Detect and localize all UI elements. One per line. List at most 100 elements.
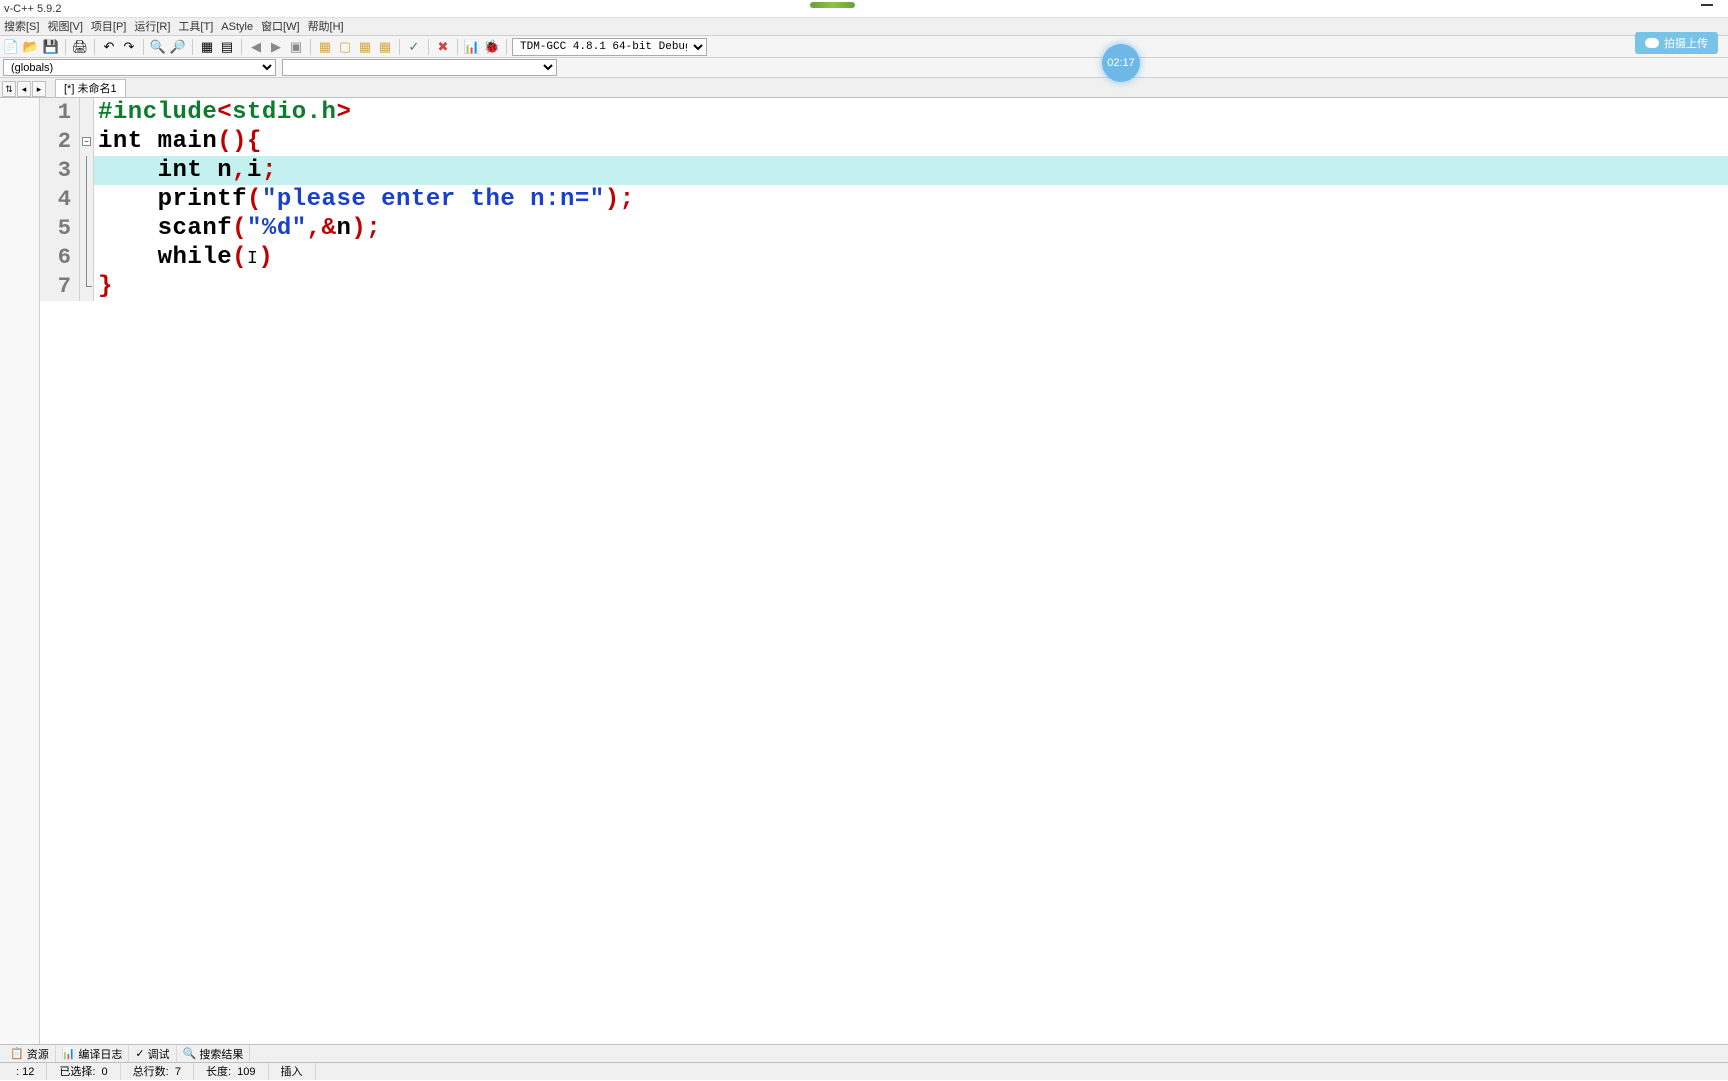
- indent-left-icon[interactable]: ◀: [247, 38, 265, 56]
- code-text[interactable]: int n,i;: [94, 157, 277, 184]
- project-panel: [0, 98, 40, 1044]
- upload-button[interactable]: 拍摄上传: [1635, 32, 1718, 54]
- toolbar: 📄 📂 💾 🖨 ↶ ↷ 🔍 🔎 ▦ ▤ ◀ ▶ ▣ ▦ ▢ ▦ ▦ ✓ ✖ 📊 …: [0, 36, 1728, 58]
- tab-icon: 🔍: [183, 1047, 197, 1060]
- status-lines: 总行数: 7: [121, 1063, 194, 1080]
- redo-icon[interactable]: ↷: [120, 38, 138, 56]
- code-text[interactable]: int main(){: [94, 128, 262, 155]
- line-number: 3: [40, 156, 80, 185]
- bottom-tab[interactable]: 📋资源: [4, 1045, 56, 1062]
- separator: [65, 39, 66, 55]
- menu-bar: 搜索[S] 视图[V] 项目[P] 运行[R] 工具[T] AStyle 窗口[W] 帮助[H…: [0, 18, 1728, 36]
- code-editor[interactable]: 1#include<stdio.h>2−int main(){3 int n,i…: [40, 98, 1728, 1044]
- replace-icon[interactable]: 🔎: [169, 38, 187, 56]
- menu-item[interactable]: 视图[V]: [47, 18, 82, 35]
- status-col: : 12: [4, 1063, 47, 1080]
- fold-gutter[interactable]: [80, 156, 94, 185]
- separator: [310, 39, 311, 55]
- separator: [457, 39, 458, 55]
- grid3-icon[interactable]: ▦: [356, 38, 374, 56]
- tab-row: ⇅ ◂ ▸ [*] 未命名1: [0, 78, 1728, 98]
- fold-gutter[interactable]: [80, 243, 94, 272]
- tab-prev-icon[interactable]: ◂: [17, 81, 31, 97]
- fold-gutter[interactable]: [80, 214, 94, 243]
- minimize-button[interactable]: [1701, 4, 1713, 6]
- find-icon[interactable]: 🔍: [149, 38, 167, 56]
- file-tab[interactable]: [*] 未命名1: [55, 79, 126, 97]
- scope-bar: (globals): [0, 58, 1728, 78]
- menu-item[interactable]: 窗口[W]: [261, 18, 300, 35]
- code-line[interactable]: 5 scanf("%d",&n);: [40, 214, 1728, 243]
- tab-label: 资源: [27, 1046, 49, 1062]
- upload-label: 拍摄上传: [1664, 35, 1708, 51]
- line-number: 1: [40, 98, 80, 127]
- indent-right-icon[interactable]: ▶: [267, 38, 285, 56]
- menu-item[interactable]: 工具[T]: [178, 18, 213, 35]
- layout2-icon[interactable]: ▤: [218, 38, 236, 56]
- tab-label: 搜索结果: [199, 1046, 243, 1062]
- timer-badge[interactable]: 02:17: [1102, 44, 1140, 82]
- grid1-icon[interactable]: ▦: [316, 38, 334, 56]
- grid2-icon[interactable]: ▢: [336, 38, 354, 56]
- bottom-tab[interactable]: 📊编译日志: [56, 1045, 130, 1062]
- code-line[interactable]: 3 int n,i;: [40, 156, 1728, 185]
- menu-item[interactable]: AStyle: [221, 18, 253, 35]
- separator: [192, 39, 193, 55]
- fold-gutter[interactable]: [80, 185, 94, 214]
- new-file-icon[interactable]: 📄: [2, 38, 20, 56]
- code-text[interactable]: while(I): [94, 244, 273, 271]
- bottom-tab[interactable]: 🔍搜索结果: [177, 1045, 251, 1062]
- bottom-tabs: 📋资源📊编译日志✓调试🔍搜索结果: [0, 1044, 1728, 1062]
- code-text[interactable]: }: [94, 273, 113, 300]
- function-select[interactable]: [282, 59, 557, 76]
- debug-icon[interactable]: 🐞: [483, 38, 501, 56]
- status-length: 长度: 109: [194, 1063, 269, 1080]
- line-number: 7: [40, 272, 80, 301]
- compiler-select[interactable]: TDM-GCC 4.8.1 64-bit Debug: [512, 38, 707, 56]
- fold-gutter[interactable]: [80, 98, 94, 127]
- code-text[interactable]: printf("please enter the n:n=");: [94, 186, 635, 213]
- bookmark-icon[interactable]: ▣: [287, 38, 305, 56]
- code-line[interactable]: 6 while(I): [40, 243, 1728, 272]
- status-bar: : 12 已选择: 0 总行数: 7 长度: 109 插入: [0, 1062, 1728, 1080]
- fold-gutter[interactable]: −: [80, 127, 94, 156]
- tab-label: 调试: [148, 1046, 170, 1062]
- chart-icon[interactable]: 📊: [463, 38, 481, 56]
- separator: [428, 39, 429, 55]
- code-line[interactable]: 4 printf("please enter the n:n=");: [40, 185, 1728, 214]
- line-number: 6: [40, 243, 80, 272]
- scope-select[interactable]: (globals): [3, 59, 276, 76]
- code-line[interactable]: 2−int main(){: [40, 127, 1728, 156]
- cloud-icon: [1645, 38, 1659, 48]
- separator: [241, 39, 242, 55]
- save-icon[interactable]: 💾: [42, 38, 60, 56]
- undo-icon[interactable]: ↶: [100, 38, 118, 56]
- code-text[interactable]: scanf("%d",&n);: [94, 215, 381, 242]
- tab-next-icon[interactable]: ▸: [32, 81, 46, 97]
- open-icon[interactable]: 📂: [22, 38, 40, 56]
- layout1-icon[interactable]: ▦: [198, 38, 216, 56]
- tab-nav-icon[interactable]: ⇅: [2, 81, 16, 97]
- menu-item[interactable]: 搜索[S]: [4, 18, 39, 35]
- code-text[interactable]: #include<stdio.h>: [94, 99, 351, 126]
- grid4-icon[interactable]: ▦: [376, 38, 394, 56]
- status-mode: 插入: [269, 1063, 316, 1080]
- title-bar: v-C++ 5.9.2: [0, 0, 1728, 18]
- print-icon[interactable]: 🖨: [71, 38, 89, 56]
- line-number: 5: [40, 214, 80, 243]
- fold-gutter[interactable]: [80, 272, 94, 301]
- bottom-tab[interactable]: ✓调试: [129, 1045, 176, 1062]
- menu-item[interactable]: 运行[R]: [134, 18, 170, 35]
- separator: [94, 39, 95, 55]
- menu-item[interactable]: 帮助[H]: [308, 18, 344, 35]
- tab-icon: 📋: [10, 1047, 24, 1060]
- fold-collapse-icon[interactable]: −: [82, 137, 91, 146]
- separator: [143, 39, 144, 55]
- code-line[interactable]: 1 #include<stdio.h>: [40, 98, 1728, 127]
- line-number: 2: [40, 127, 80, 156]
- editor-area[interactable]: 1#include<stdio.h>2−int main(){3 int n,i…: [0, 98, 1728, 1044]
- code-line[interactable]: 7}: [40, 272, 1728, 301]
- menu-item[interactable]: 项目[P]: [91, 18, 126, 35]
- compile-icon[interactable]: ✓: [405, 38, 423, 56]
- close-icon[interactable]: ✖: [434, 38, 452, 56]
